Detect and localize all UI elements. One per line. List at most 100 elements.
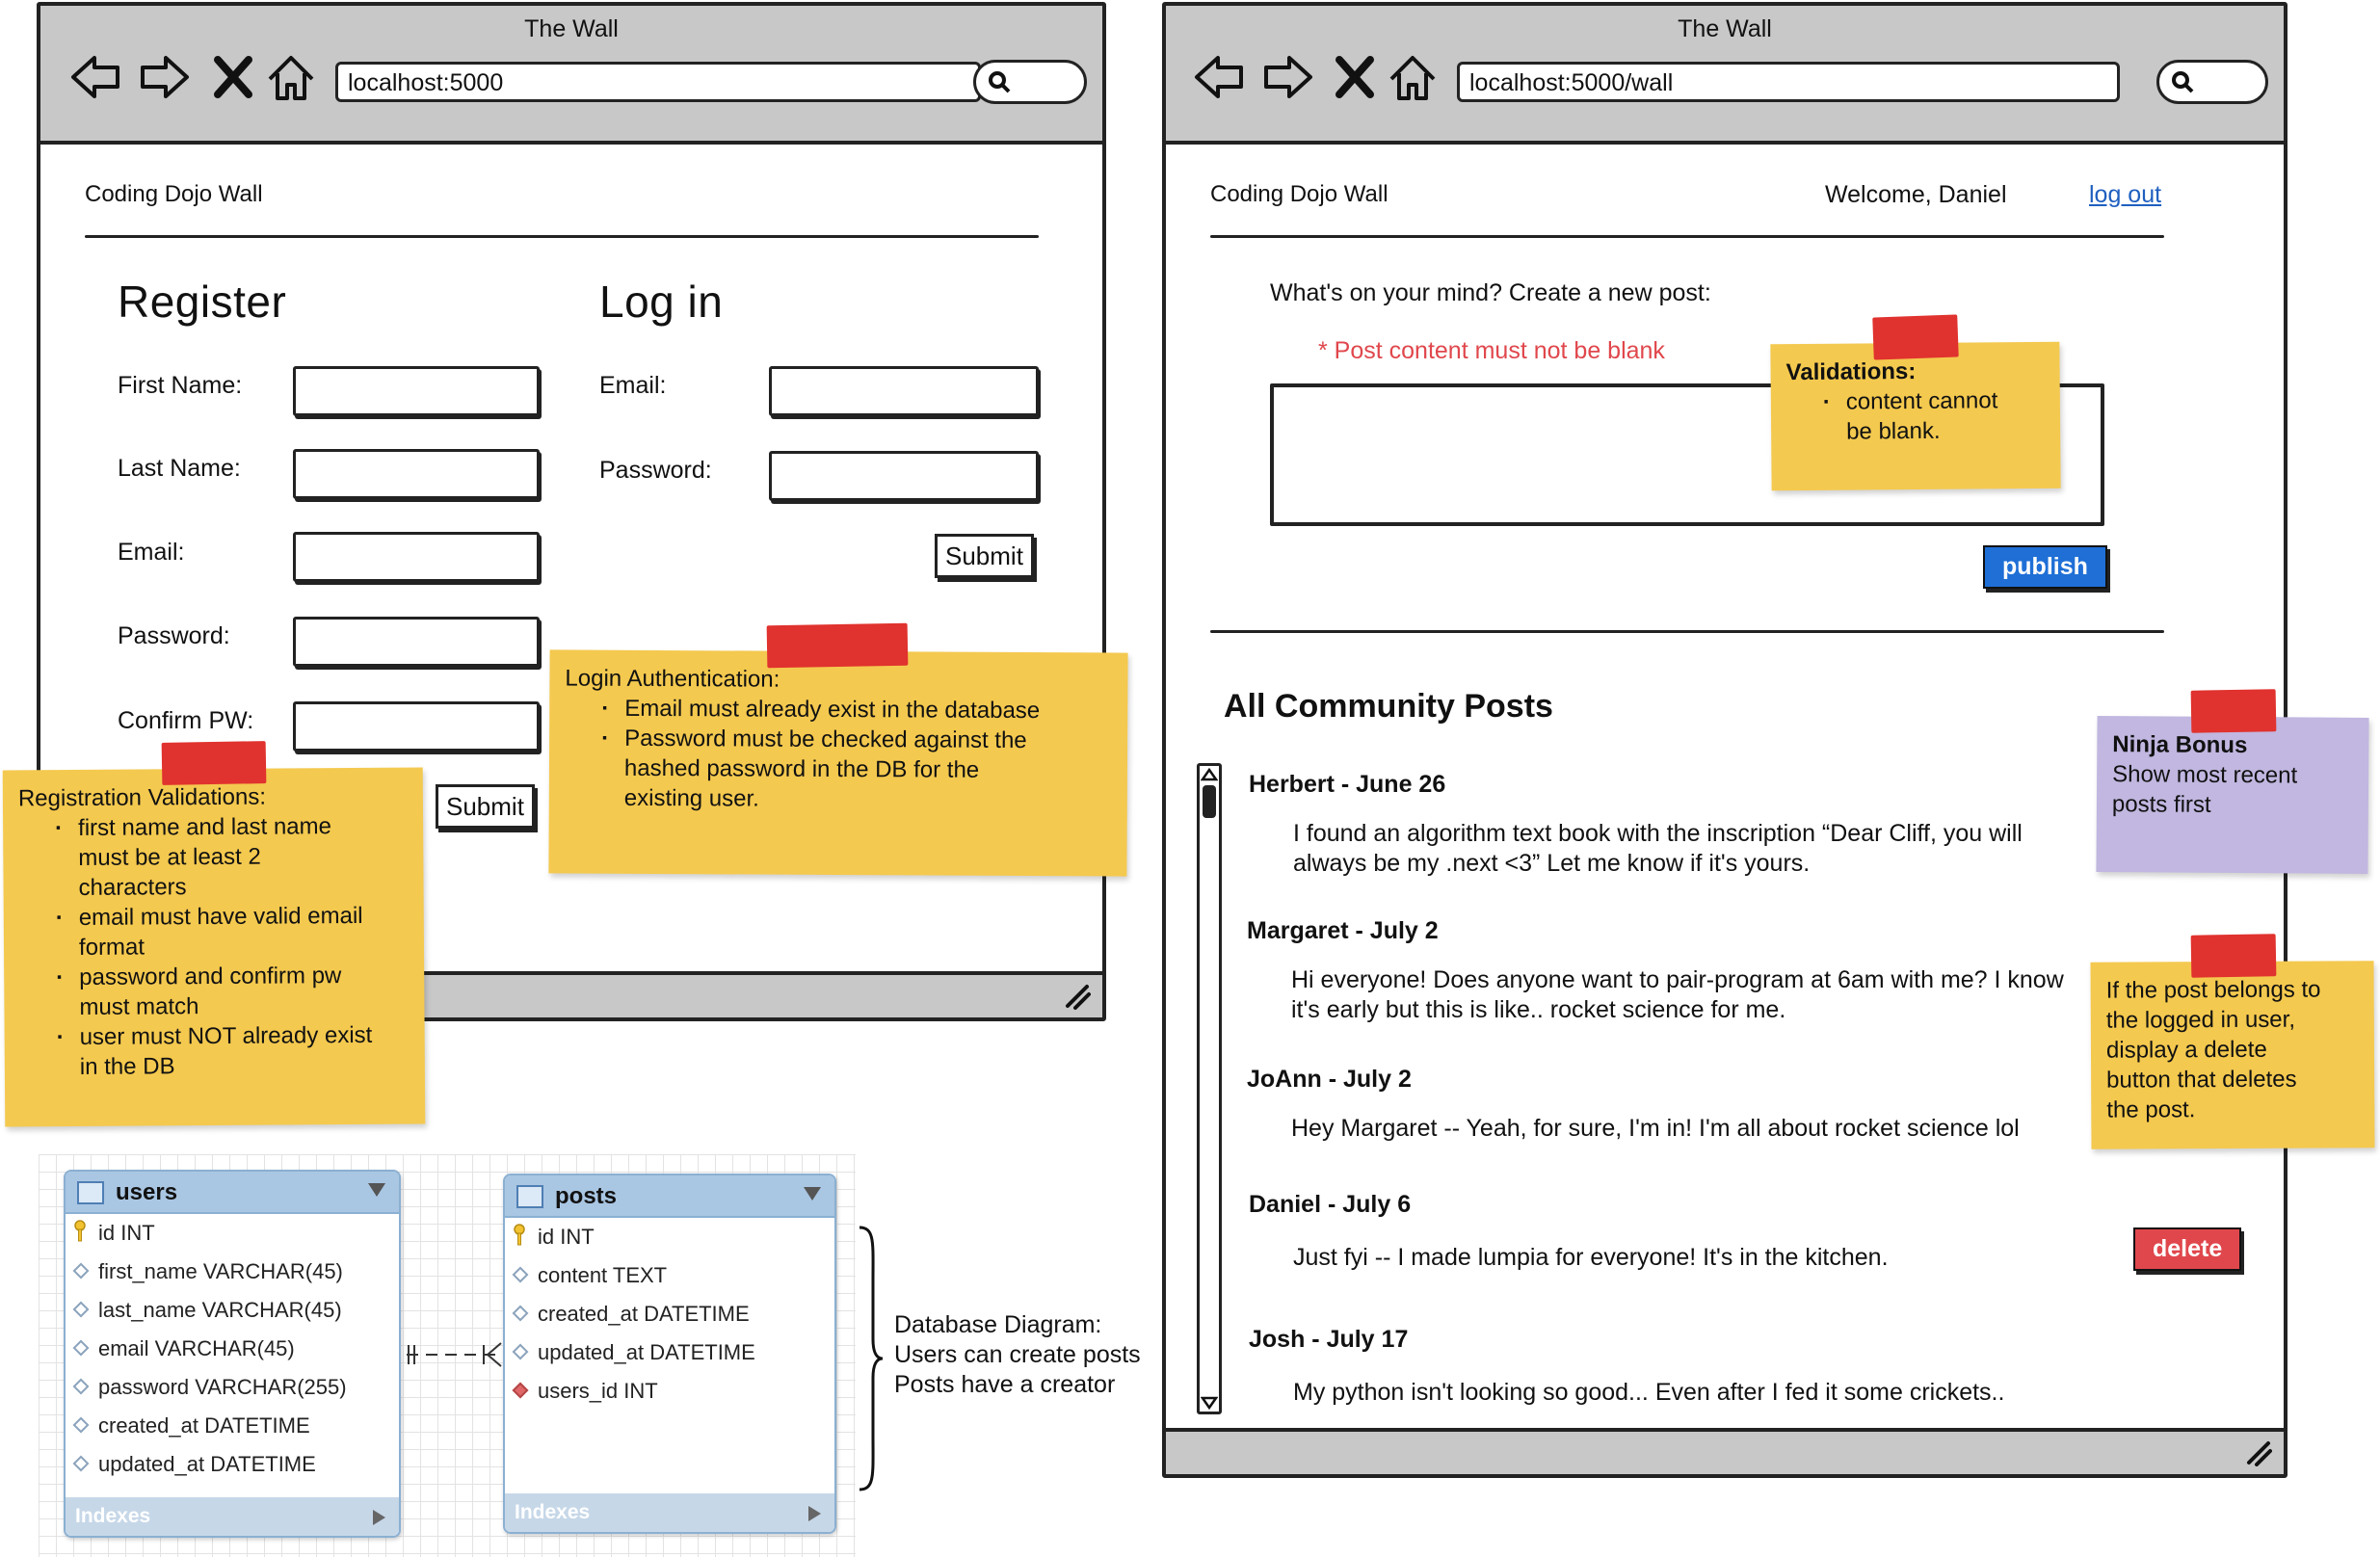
post-header: JoAnn - July 2 [1247,1066,1412,1093]
column-diamond-icon [72,1301,90,1318]
browser-toolbar: The Wall localhost:5000 [40,6,1102,145]
column-text: password VARCHAR(255) [98,1375,347,1399]
post-line: Hey Margaret -- Yeah, for sure, I'm in! … [1291,1115,2020,1142]
back-arrow-icon[interactable] [1191,48,1249,106]
note-title: Registration Validations: [17,783,267,812]
note-line: content cannot [1845,387,1998,415]
posts-scrollbar[interactable] [1197,763,1222,1414]
ninja-bonus-note: Ninja Bonus Show most recent posts first [2096,716,2369,874]
register-email-label: Email: [118,539,185,566]
last-name-field[interactable] [293,449,540,499]
column-text: users_id INT [538,1379,658,1403]
page-brand: Coding Dojo Wall [85,181,263,207]
window-title: The Wall [524,15,619,42]
post-content: My python isn't looking so good... Even … [1293,1378,2083,1408]
indexes-footer[interactable]: Indexes [66,1497,399,1536]
table-column: id INT [66,1214,399,1253]
table-name: posts [555,1183,618,1209]
confirm-password-field[interactable] [293,701,540,752]
posts-table[interactable]: posts id INT content TEXT created_at DAT… [503,1174,836,1534]
note-item: content cannot be blank. [1786,385,2046,447]
scrollbar-thumb[interactable] [1203,785,1216,818]
posts-divider [1210,630,2164,633]
note-line: must be at least 2 [78,843,261,871]
register-password-field[interactable] [293,617,540,667]
table-column: id INT [505,1218,834,1256]
expand-arrow-icon[interactable] [373,1510,385,1525]
scroll-up-arrow-icon[interactable] [1201,768,1218,781]
note-line: must match [79,993,199,1020]
note-title: Login Authentication: [565,665,780,693]
scroll-down-arrow-icon[interactable] [1201,1396,1218,1410]
note-line: format [78,934,145,961]
register-email-field[interactable] [293,532,540,582]
search-bar[interactable] [2156,60,2268,104]
note-item: Password must be checked against the has… [565,724,1112,816]
note-line: hashed password in the DB for the [623,754,980,783]
search-icon [2172,71,2194,93]
publish-button[interactable]: publish [1983,545,2107,589]
indexes-label: Indexes [75,1505,151,1527]
close-x-icon[interactable] [1326,48,1384,106]
delete-post-button[interactable]: delete [2133,1227,2242,1271]
note-line: posts first [2111,791,2211,818]
table-column: created_at DATETIME [66,1407,399,1445]
note-item: first name and last name must be at leas… [18,811,409,904]
close-x-icon[interactable] [204,48,262,106]
url-bar[interactable]: localhost:5000 [335,62,981,102]
tape-decoration [161,741,267,785]
forward-arrow-icon[interactable] [1258,48,1316,106]
expand-arrow-icon[interactable] [808,1506,821,1521]
relationship-connector [407,1342,502,1367]
note-item: email must have valid email format [19,901,409,963]
indexes-label: Indexes [515,1501,591,1523]
indexes-footer[interactable]: Indexes [505,1493,834,1532]
note-line: first name and last name [78,813,332,841]
collapse-arrow-icon[interactable] [368,1183,385,1197]
column-text: updated_at DATETIME [98,1452,316,1476]
column-diamond-icon [72,1455,90,1472]
tape-decoration [2190,934,2277,978]
resize-grip-icon[interactable] [1062,981,1091,1010]
home-icon[interactable] [1384,48,1441,106]
forward-arrow-icon[interactable] [135,48,193,106]
first-name-field[interactable] [293,366,540,416]
note-line: Users can create posts [894,1341,1141,1368]
login-email-field[interactable] [769,366,1039,416]
home-icon[interactable] [262,48,320,106]
registration-validations-note: Registration Validations: first name and… [2,767,426,1127]
note-item: password and confirm pw must match [19,961,409,1023]
column-text: last_name VARCHAR(45) [98,1298,342,1322]
url-bar[interactable]: localhost:5000/wall [1457,62,2120,102]
note-item: Email must already exist in the database [565,694,1112,726]
note-line: in the DB [79,1053,175,1080]
column-text: email VARCHAR(45) [98,1336,295,1360]
column-text: id INT [538,1225,595,1249]
foreign-key-icon [512,1382,529,1399]
login-password-field[interactable] [769,451,1039,501]
collapse-arrow-icon[interactable] [804,1187,821,1201]
login-heading: Log in [599,277,724,327]
back-arrow-icon[interactable] [67,48,125,106]
register-submit-button[interactable]: Submit [436,784,535,829]
table-column: last_name VARCHAR(45) [66,1291,399,1330]
note-line: Show most recent [2112,761,2298,789]
last-name-label: Last Name: [118,455,241,482]
note-line: existing user. [623,784,759,812]
column-text: created_at DATETIME [538,1302,750,1326]
login-submit-button[interactable]: Submit [935,534,1034,578]
logout-link[interactable]: log out [2089,181,2161,209]
users-table[interactable]: users id INT first_name VARCHAR(45) last… [64,1170,401,1538]
table-icon [77,1181,104,1204]
table-column: content TEXT [505,1256,834,1295]
resize-grip-icon[interactable] [2243,1438,2272,1466]
note-line: button that deletes [2106,1066,2297,1094]
post-line: always be my .next <3” Let me know if it… [1293,850,1811,877]
post-content: I found an algorithm text book with the … [1293,819,2083,879]
search-bar[interactable] [973,60,1087,104]
register-password-label: Password: [118,622,230,649]
note-list: Email must already exist in the database… [565,694,1113,816]
post-line: it's early but this is like.. rocket sci… [1291,996,1786,1023]
column-diamond-icon [72,1416,90,1434]
login-authentication-note: Login Authentication: Email must already… [548,649,1128,877]
